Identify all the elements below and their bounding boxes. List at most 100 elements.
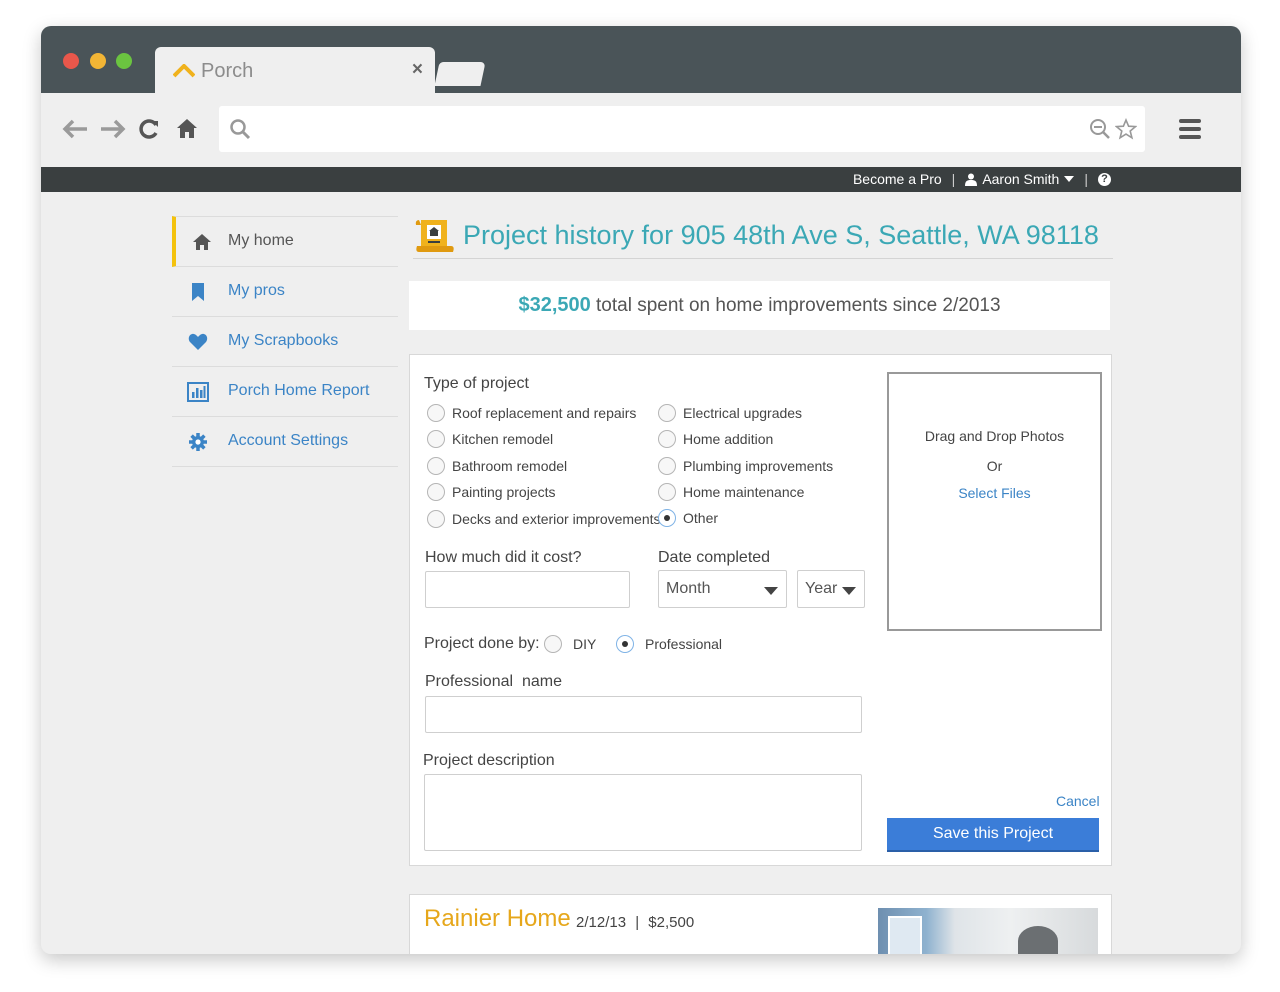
sidebar-item-label: Account Settings: [228, 432, 349, 449]
option-label: Kitchen remodel: [452, 431, 554, 447]
project-type-option[interactable]: Kitchen remodel: [427, 430, 553, 448]
help-icon[interactable]: ?: [1098, 172, 1111, 186]
project-history-card[interactable]: Rainier Home 2/12/13 | $2,500: [409, 894, 1112, 954]
user-menu[interactable]: Aaron Smith: [965, 171, 1075, 187]
year-select-value: Year: [805, 580, 838, 597]
sidebar: My home My pros My Scrapbooks Porch Home…: [172, 216, 398, 467]
done-by-option-professional[interactable]: Professional: [616, 635, 722, 653]
sidebar-item-my-scrapbooks[interactable]: My Scrapbooks: [172, 317, 398, 367]
sidebar-item-porch-home-report[interactable]: Porch Home Report: [172, 367, 398, 417]
address-bar[interactable]: [219, 106, 1145, 152]
radio-button[interactable]: [427, 430, 445, 448]
save-project-button[interactable]: Save this Project: [887, 818, 1099, 852]
spending-summary: $32,500 total spent on home improvements…: [409, 281, 1110, 330]
become-pro-link[interactable]: Become a Pro: [853, 171, 942, 187]
porch-logo-icon: [173, 64, 195, 78]
cost-input[interactable]: [425, 571, 630, 608]
pro-name-input[interactable]: [425, 696, 862, 733]
card-pro-name[interactable]: Rainier Home: [424, 905, 571, 933]
browser-tab[interactable]: Porch ×: [155, 47, 435, 93]
maximize-window-button[interactable]: [116, 53, 132, 69]
topbar-separator: |: [951, 171, 956, 187]
building-window: [888, 916, 922, 954]
tab-title: Porch: [201, 60, 254, 82]
chevron-down-icon: [764, 587, 778, 595]
project-type-option[interactable]: Roof replacement and repairs: [427, 404, 636, 422]
browser-toolbar: [41, 93, 1241, 167]
bookmark-icon: [192, 283, 204, 301]
option-label: Roof replacement and repairs: [452, 405, 637, 421]
select-files-link[interactable]: Select Files: [889, 485, 1100, 501]
add-project-form: Type of project Roof replacement and rep…: [409, 354, 1112, 866]
card-separator: |: [635, 914, 640, 931]
project-type-option-selected[interactable]: Other: [658, 509, 718, 527]
close-window-button[interactable]: [63, 53, 79, 69]
reload-icon[interactable]: [138, 118, 160, 140]
user-icon: [965, 173, 978, 186]
project-type-option[interactable]: Decks and exterior improvements: [427, 510, 661, 528]
chevron-down-icon: [1064, 176, 1075, 182]
project-type-option[interactable]: Electrical upgrades: [658, 404, 802, 422]
project-type-option[interactable]: Painting projects: [427, 483, 556, 501]
title-row: Project history for 905 48th Ave S, Seat…: [413, 214, 1113, 259]
project-type-option[interactable]: Bathroom remodel: [427, 457, 567, 475]
new-tab-button[interactable]: [434, 62, 486, 86]
year-select[interactable]: Year: [797, 570, 865, 608]
heart-icon: [188, 333, 208, 350]
back-arrow-icon[interactable]: [61, 118, 89, 140]
gear-icon: [189, 433, 207, 451]
topbar-separator-2: |: [1084, 171, 1088, 187]
done-by-option-diy[interactable]: DIY: [544, 635, 596, 653]
card-cost: $2,500: [648, 914, 695, 931]
description-textarea[interactable]: [424, 774, 862, 851]
radio-button[interactable]: [427, 483, 445, 501]
month-select-value: Month: [666, 580, 711, 597]
option-label: Professional: [645, 636, 723, 652]
project-type-option[interactable]: Home maintenance: [658, 483, 804, 501]
sidebar-item-my-pros[interactable]: My pros: [172, 267, 398, 317]
photo-dropzone[interactable]: Drag and Drop Photos Or Select Files: [887, 372, 1102, 631]
radio-button[interactable]: [658, 483, 676, 501]
project-type-option[interactable]: Plumbing improvements: [658, 457, 833, 475]
month-select[interactable]: Month: [658, 570, 787, 608]
radio-button[interactable]: [427, 510, 445, 528]
summary-amount: $32,500: [518, 294, 591, 316]
radio-button[interactable]: [427, 404, 445, 422]
home-nav-icon[interactable]: [175, 117, 199, 139]
option-label: Decks and exterior improvements: [452, 511, 661, 527]
sidebar-item-account-settings[interactable]: Account Settings: [172, 417, 398, 467]
radio-button-selected[interactable]: [658, 509, 676, 527]
zoom-icon[interactable]: [1089, 118, 1111, 140]
radio-button[interactable]: [658, 404, 676, 422]
star-icon[interactable]: [1115, 118, 1137, 140]
option-label: Other: [683, 510, 719, 526]
option-label: Painting projects: [452, 484, 556, 500]
radio-button-selected[interactable]: [616, 635, 634, 653]
page-title: Project history for 905 48th Ave S, Seat…: [463, 220, 1099, 250]
chevron-down-icon: [842, 587, 856, 595]
minimize-window-button[interactable]: [90, 53, 106, 69]
radio-button[interactable]: [658, 430, 676, 448]
project-type-option[interactable]: Home addition: [658, 430, 773, 448]
cost-label: How much did it cost?: [425, 549, 582, 566]
cancel-link[interactable]: Cancel: [1056, 793, 1100, 809]
menu-icon[interactable]: [1178, 118, 1202, 140]
radio-button[interactable]: [658, 457, 676, 475]
project-photo[interactable]: [878, 908, 1098, 954]
description-label: Project description: [423, 752, 555, 769]
forward-arrow-icon[interactable]: [99, 118, 127, 140]
radio-button[interactable]: [544, 635, 562, 653]
option-label: Home maintenance: [683, 484, 805, 500]
site-topbar: Become a Pro | Aaron Smith | ?: [41, 167, 1241, 192]
tab-close-icon[interactable]: ×: [412, 59, 423, 81]
date-label: Date completed: [658, 549, 771, 566]
pro-name-label: Professional name: [425, 673, 562, 690]
radio-button[interactable]: [427, 457, 445, 475]
sidebar-item-my-home[interactable]: My home: [172, 216, 398, 267]
project-type-label: Type of project: [424, 375, 529, 392]
option-label: Electrical upgrades: [683, 405, 803, 421]
search-icon: [230, 119, 251, 140]
dropzone-text: Drag and Drop Photos: [924, 428, 1065, 444]
browser-window: Porch × Become a Pro | Aaron Smith | ? M…: [41, 26, 1241, 954]
option-label: Home addition: [683, 431, 774, 447]
